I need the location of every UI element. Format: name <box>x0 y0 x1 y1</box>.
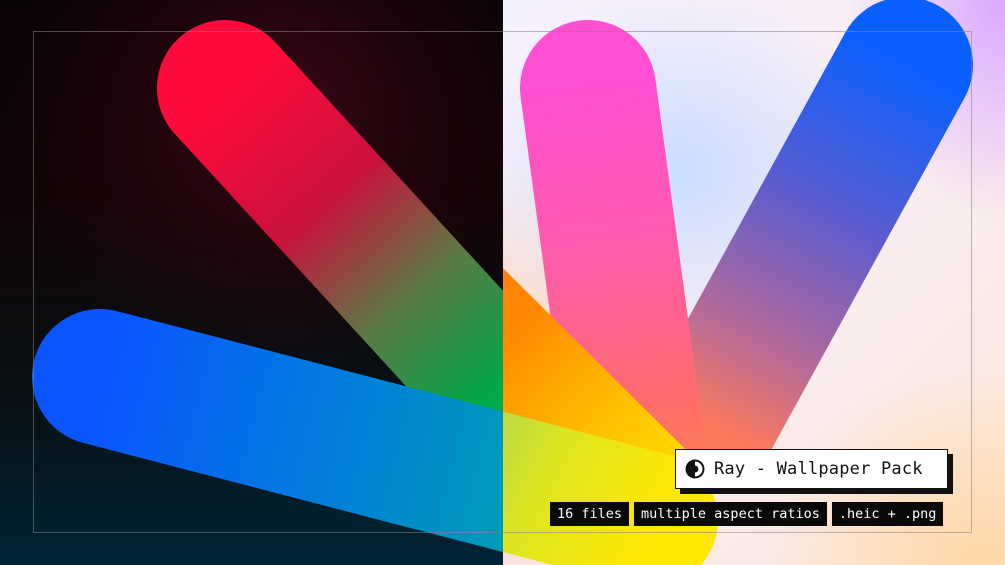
tag-file-count: 16 files <box>550 502 630 526</box>
tag-row: 16 files multiple aspect ratios .heic + … <box>550 502 944 526</box>
tag-formats: .heic + .png <box>831 502 944 526</box>
ray-logo-icon <box>685 459 705 479</box>
title-card: Ray - Wallpaper Pack <box>675 449 948 489</box>
pack-title: Ray - Wallpaper Pack <box>714 459 923 479</box>
tag-aspect-ratios: multiple aspect ratios <box>634 502 827 526</box>
